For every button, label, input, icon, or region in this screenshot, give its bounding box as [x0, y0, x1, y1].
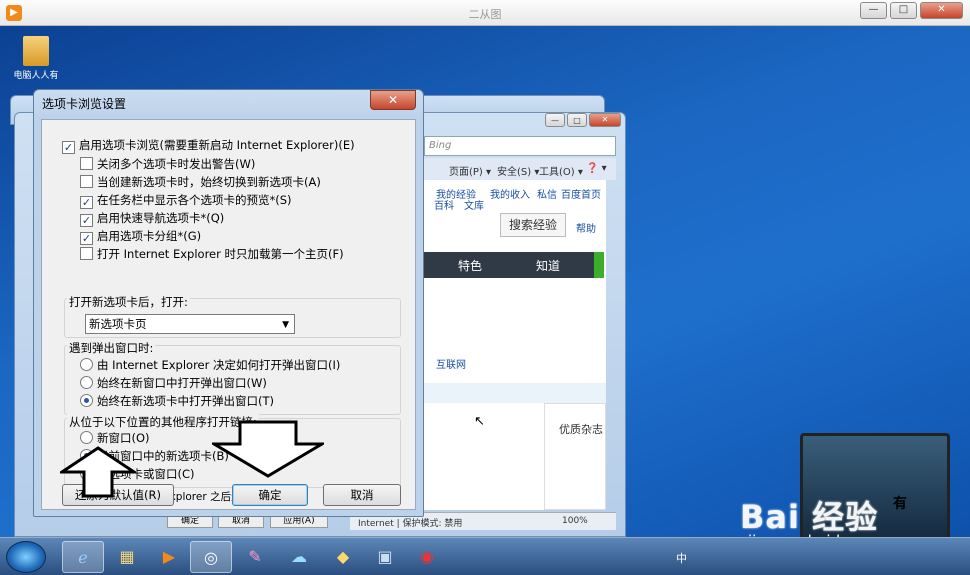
gadget-text: 有	[893, 496, 907, 512]
option-checkbox[interactable]: 打开 Internet Explorer 时只加载第一个主页(F)	[80, 246, 344, 262]
menu-tools[interactable]: 工具(O) ▾	[539, 163, 583, 178]
chevron-down-icon: ▼	[282, 320, 289, 330]
close-button[interactable]: ✕	[920, 2, 963, 19]
link-baidu-home[interactable]: 百度首页	[561, 186, 601, 201]
start-button[interactable]	[6, 541, 46, 573]
link-my-income[interactable]: 我的收入	[490, 186, 530, 201]
checkbox-icon[interactable]	[80, 157, 93, 170]
outer-window-title: 二从图	[468, 8, 502, 21]
checkbox-icon[interactable]	[80, 247, 93, 260]
radio-icon[interactable]	[80, 358, 93, 371]
checkbox-icon[interactable]	[80, 175, 93, 188]
bg-max-button[interactable]: □	[567, 113, 587, 127]
option-label: 启用选项卡分组*(G)	[97, 229, 202, 243]
popup-group-label: 遇到弹出窗口时:	[67, 340, 156, 356]
desktop-icon-label: 电脑人人有	[13, 71, 59, 81]
option-label: 在任务栏中显示各个选项卡的预览*(S)	[97, 193, 292, 207]
taskbar: ℯ ▦ ▶ ◎ ✎ ☁ ◆ ▣ ◉ 中	[0, 537, 970, 575]
checkbox-icon[interactable]: ✓	[62, 141, 75, 154]
nav-bar: 特色 知道	[424, 252, 604, 278]
new-tab-select-value: 新选项卡页	[89, 317, 147, 331]
dialog-close-button[interactable]: ✕	[370, 90, 416, 110]
search-experience-button[interactable]: 搜索经验	[500, 213, 566, 237]
zoom-level[interactable]: 100%	[562, 516, 588, 526]
up-arrow-annotation	[60, 446, 136, 498]
checkbox-icon[interactable]: ✓	[80, 214, 93, 227]
radio-icon[interactable]	[80, 431, 93, 444]
bg-min-button[interactable]: —	[545, 113, 565, 127]
bing-search-hint: Bing	[429, 140, 452, 151]
radio-label: 新窗口(O)	[97, 431, 150, 445]
dialog-title: 选项卡浏览设置	[42, 97, 127, 111]
network-taskbar-icon[interactable]: ▣	[364, 541, 406, 573]
radio-label: 由 Internet Explorer 决定如何打开弹出窗口(I)	[97, 358, 341, 372]
paint-taskbar-icon[interactable]: ✎	[234, 541, 276, 573]
menu-safety[interactable]: 安全(S) ▾	[497, 163, 539, 178]
content-band	[424, 383, 606, 403]
radio-icon[interactable]	[80, 376, 93, 389]
option-label: 关闭多个选项卡时发出警告(W)	[97, 157, 256, 171]
ie-taskbar-icon[interactable]: ℯ	[62, 541, 104, 573]
new-tab-group-label: 打开新选项卡后，打开:	[67, 294, 190, 310]
checkbox-icon[interactable]: ✓	[80, 232, 93, 245]
nav-zhidao[interactable]: 知道	[536, 257, 560, 274]
minimize-button[interactable]: —	[860, 2, 887, 19]
magazine-card-label: 优质杂志	[559, 423, 603, 436]
status-zone: Internet | 保护模式: 禁用	[358, 519, 463, 529]
folder-taskbar-icon[interactable]: ◆	[322, 541, 364, 573]
cancel-button[interactable]: 取消	[323, 484, 401, 506]
system-tray: 中	[664, 542, 970, 572]
maximize-button[interactable]: □	[890, 2, 917, 19]
option-checkbox[interactable]: ✓ 在任务栏中显示各个选项卡的预览*(S)	[80, 192, 292, 209]
nav-accent	[594, 252, 604, 278]
media-taskbar-icon[interactable]: ▶	[148, 541, 190, 573]
down-arrow-annotation	[212, 420, 324, 478]
folder-user-icon	[23, 36, 49, 66]
menu-help[interactable]: ❓ ▾	[586, 163, 607, 174]
enable-tabs-label: 启用选项卡浏览(需要重新启动 Internet Explorer)(E)	[79, 138, 355, 152]
menu-page[interactable]: 页面(P) ▾	[449, 163, 491, 178]
chrome-taskbar-icon[interactable]: ◉	[406, 541, 448, 573]
help-link[interactable]: 帮助	[576, 220, 596, 235]
radio-option[interactable]: 新窗口(O)	[80, 430, 150, 446]
bing-search-box[interactable]: Bing	[424, 136, 616, 156]
option-checkbox[interactable]: ✓ 启用快速导航选项卡*(Q)	[80, 210, 225, 227]
option-label: 启用快速导航选项卡*(Q)	[97, 211, 225, 225]
bg-close-button[interactable]: ✕	[589, 113, 621, 127]
radio-option[interactable]: 始终在新选项卡中打开弹出窗口(T)	[80, 393, 274, 409]
radio-option[interactable]: 由 Internet Explorer 决定如何打开弹出窗口(I)	[80, 357, 340, 373]
option-checkbox[interactable]: 关闭多个选项卡时发出警告(W)	[80, 156, 255, 172]
ie-command-bar: 页面(P) ▾ 安全(S) ▾ 工具(O) ▾ ❓ ▾	[424, 158, 616, 180]
option-checkbox[interactable]: 当创建新选项卡时，始终切换到新选项卡(A)	[80, 174, 321, 190]
option-checkbox[interactable]: ✓ 启用选项卡分组*(G)	[80, 228, 202, 245]
nav-featured[interactable]: 特色	[458, 257, 482, 274]
app-taskbar-icon[interactable]: ◎	[190, 541, 232, 573]
checkbox-icon[interactable]: ✓	[80, 196, 93, 209]
radio-label: 始终在新选项卡中打开弹出窗口(T)	[97, 394, 274, 408]
link-wenku[interactable]: 文库	[464, 197, 484, 212]
desktop-icon-folder[interactable]: 电脑人人有	[12, 36, 60, 81]
magazine-card[interactable]: 优质杂志	[544, 403, 606, 510]
radio-icon[interactable]	[80, 394, 93, 407]
enable-tabs-checkbox[interactable]: ✓ 启用选项卡浏览(需要重新启动 Internet Explorer)(E)	[62, 137, 355, 154]
mouse-cursor-icon: ↖	[474, 414, 485, 429]
option-label: 当创建新选项卡时，始终切换到新选项卡(A)	[97, 175, 321, 189]
outer-title-bar: ▶ 二从图 — □ ✕	[0, 0, 970, 26]
link-baike[interactable]: 百科	[434, 197, 454, 212]
weather-taskbar-icon[interactable]: ☁	[278, 541, 320, 573]
explorer-taskbar-icon[interactable]: ▦	[106, 541, 148, 573]
radio-option[interactable]: 始终在新窗口中打开弹出窗口(W)	[80, 375, 267, 391]
radio-label: 始终在新窗口中打开弹出窗口(W)	[97, 376, 267, 390]
ime-indicator[interactable]: 中	[676, 550, 687, 566]
link-internet[interactable]: 互联网	[436, 356, 466, 371]
option-label: 打开 Internet Explorer 时只加载第一个主页(F)	[97, 247, 344, 261]
ok-button[interactable]: 确定	[232, 484, 308, 506]
link-messages[interactable]: 私信	[537, 186, 557, 201]
new-tab-select[interactable]: 新选项卡页 ▼	[85, 314, 295, 334]
